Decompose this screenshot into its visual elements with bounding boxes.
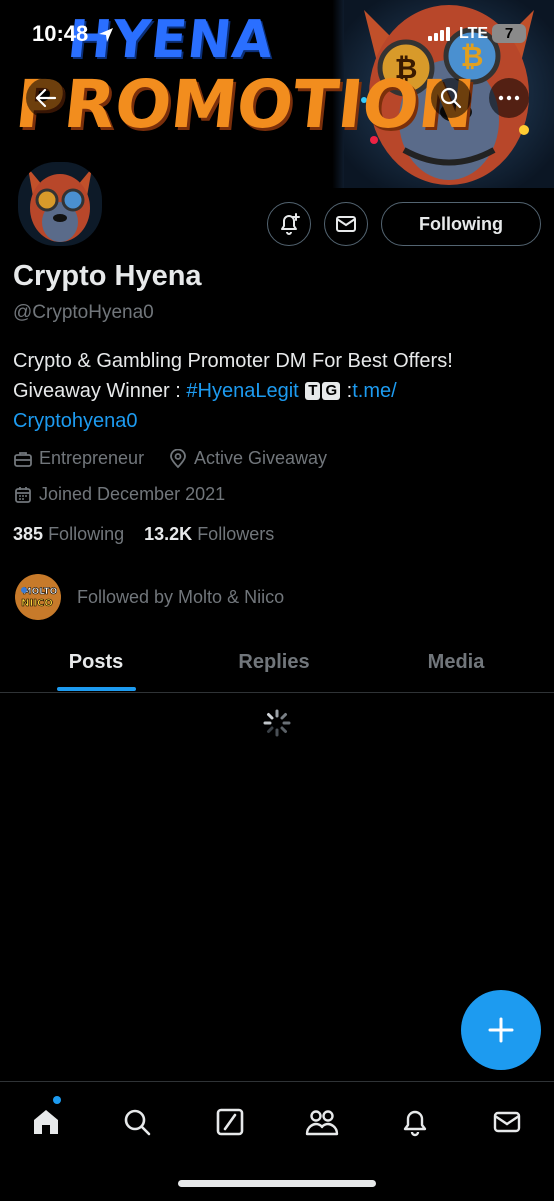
briefcase-icon bbox=[14, 451, 32, 467]
nav-communities[interactable] bbox=[302, 1102, 342, 1142]
back-button[interactable] bbox=[26, 78, 66, 118]
more-icon bbox=[498, 95, 520, 101]
join-date-label: Joined December 2021 bbox=[39, 484, 226, 504]
location: Active Giveaway bbox=[168, 448, 327, 469]
nav-messages[interactable] bbox=[487, 1102, 527, 1142]
tab-posts[interactable]: Posts bbox=[0, 632, 192, 692]
notification-bell-plus-icon bbox=[281, 213, 300, 235]
home-indicator-bar bbox=[178, 1180, 376, 1187]
nav-search[interactable] bbox=[117, 1102, 157, 1142]
grok-icon bbox=[216, 1108, 244, 1136]
letter-g-badge: G bbox=[322, 382, 341, 400]
search-icon bbox=[440, 87, 462, 109]
more-button[interactable] bbox=[489, 78, 529, 118]
display-name: Crypto Hyena bbox=[13, 260, 202, 292]
followers-link[interactable]: 13.2K Followers bbox=[144, 524, 274, 544]
back-arrow-icon bbox=[35, 88, 57, 108]
status-time: 10:48 bbox=[32, 21, 89, 46]
follower-avatar-text-niico: NIICO bbox=[21, 598, 53, 609]
telegram-link-continued[interactable]: Cryptohyena0 bbox=[13, 410, 138, 432]
mail-icon bbox=[336, 216, 356, 232]
bell-icon bbox=[403, 1110, 427, 1137]
follow-counts: 385 Following 13.2K Followers bbox=[13, 524, 274, 545]
communities-icon bbox=[305, 1110, 339, 1136]
profile-tabs: Posts Replies Media bbox=[0, 632, 554, 693]
notifications-button[interactable] bbox=[267, 202, 311, 246]
avatar[interactable] bbox=[14, 158, 106, 250]
location-label: Active Giveaway bbox=[194, 448, 328, 468]
location-arrow-icon bbox=[99, 28, 113, 42]
letter-t-badge: T bbox=[305, 382, 321, 400]
home-icon bbox=[34, 1110, 58, 1134]
nav-home[interactable] bbox=[26, 1102, 66, 1142]
followers-count: 13.2K bbox=[144, 524, 193, 544]
network-type: LTE bbox=[459, 25, 489, 42]
following-link[interactable]: 385 Following bbox=[13, 524, 124, 544]
battery-icon: 7 bbox=[492, 24, 526, 43]
followed-by-text: Followed by Molto & Niico bbox=[77, 586, 285, 607]
mail-icon bbox=[493, 1111, 521, 1133]
handle: @CryptoHyena0 bbox=[13, 302, 154, 323]
tab-media[interactable]: Media bbox=[360, 632, 552, 692]
bio-link-separator: : bbox=[341, 380, 353, 402]
banner-title-promotion: PROMOTION bbox=[11, 66, 479, 143]
follower-avatar: MOLTO NIICO bbox=[13, 572, 63, 622]
bio-line-1: Crypto & Gambling Promoter DM For Best O… bbox=[13, 350, 453, 372]
bio: Crypto & Gambling Promoter DM For Best O… bbox=[13, 346, 533, 436]
status-bar: 10:48 LTE 7 bbox=[0, 0, 554, 70]
bottom-navigation bbox=[0, 1081, 554, 1201]
search-icon bbox=[124, 1109, 151, 1136]
followers-label: Followers bbox=[197, 524, 275, 544]
follower-avatar-image: MOLTO NIICO bbox=[15, 574, 61, 620]
plus-icon bbox=[488, 1017, 514, 1043]
nav-grok[interactable] bbox=[210, 1102, 250, 1142]
spinner-icon bbox=[263, 709, 291, 737]
tab-selected-indicator bbox=[57, 687, 136, 691]
category: Entrepreneur bbox=[13, 448, 144, 469]
hashtag-link[interactable]: #HyenaLegit bbox=[186, 380, 298, 402]
tab-replies[interactable]: Replies bbox=[178, 632, 370, 692]
nav-notifications[interactable] bbox=[395, 1102, 435, 1142]
search-button[interactable] bbox=[431, 78, 471, 118]
follower-avatar-text-molto: MOLTO bbox=[23, 587, 58, 597]
following-button[interactable]: Following bbox=[381, 202, 541, 246]
following-count: 385 bbox=[13, 524, 44, 544]
compose-post-button[interactable] bbox=[461, 990, 541, 1070]
home-notification-dot bbox=[53, 1096, 61, 1104]
telegram-link[interactable]: t.me/ bbox=[352, 380, 396, 402]
signal-icon bbox=[428, 27, 450, 41]
calendar-icon bbox=[15, 486, 31, 503]
location-pin-icon bbox=[170, 448, 186, 468]
bio-prefix: Giveaway Winner : bbox=[13, 380, 187, 402]
followed-by[interactable]: MOLTO NIICO Followed by Molto & Niico bbox=[13, 572, 284, 622]
following-label: Following bbox=[48, 524, 125, 544]
join-date: Joined December 2021 bbox=[13, 484, 225, 505]
message-button[interactable] bbox=[324, 202, 368, 246]
category-label: Entrepreneur bbox=[39, 448, 145, 468]
hyena-avatar-image bbox=[18, 162, 102, 246]
